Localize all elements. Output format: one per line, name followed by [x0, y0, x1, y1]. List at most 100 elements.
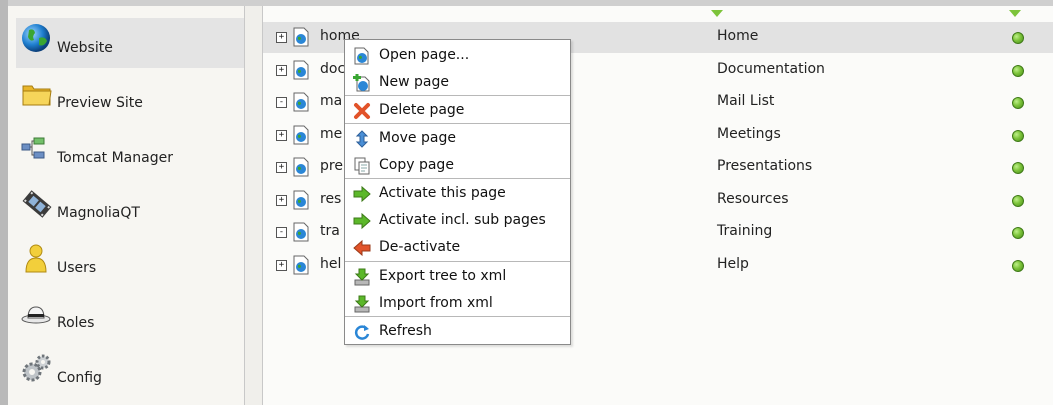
- move-icon: [353, 130, 371, 148]
- menu-item-label: Import from xml: [379, 295, 493, 311]
- menu-item-export-tree-to-xml[interactable]: Export tree to xml: [345, 264, 570, 290]
- menu-separator: [345, 95, 570, 96]
- menu-item-activate-incl-sub-pages[interactable]: Activate incl. sub pages: [345, 208, 570, 234]
- tree-gutter: [245, 6, 263, 405]
- column-sort-arrow-icon[interactable]: [1009, 6, 1021, 17]
- menu-item-activate-this-page[interactable]: Activate this page: [345, 181, 570, 207]
- page-title: Home: [717, 28, 759, 44]
- open-page-icon: [353, 47, 371, 65]
- page-name: pre: [320, 158, 343, 174]
- page-title: Documentation: [717, 61, 825, 77]
- menu-item-delete-page[interactable]: Delete page: [345, 98, 570, 124]
- menu-item-label: De-activate: [379, 239, 461, 255]
- page-title: Resources: [717, 191, 789, 207]
- menu-separator: [345, 261, 570, 262]
- menu-item-label: Activate incl. sub pages: [379, 212, 546, 228]
- menu-item-import-from-xml[interactable]: Import from xml: [345, 291, 570, 317]
- sidebar-item-label: Preview Site: [57, 95, 143, 111]
- globe-icon: [20, 22, 54, 56]
- folder-icon: [20, 77, 54, 111]
- status-active-icon: [1012, 162, 1024, 174]
- sidebar-item-label: Config: [57, 370, 102, 386]
- import-icon: [353, 295, 371, 313]
- page-icon: [292, 255, 310, 275]
- menu-item-label: Open page...: [379, 47, 470, 63]
- sidebar-item-config[interactable]: Config: [16, 348, 244, 398]
- expand-toggle[interactable]: +: [276, 32, 287, 43]
- page-name: hel: [320, 256, 342, 272]
- status-active-icon: [1012, 32, 1024, 44]
- page-name: me: [320, 126, 343, 142]
- menu-item-copy-page[interactable]: Copy page: [345, 153, 570, 179]
- page-name: tra: [320, 223, 340, 239]
- deactivate-icon: [353, 239, 371, 257]
- page-name: res: [320, 191, 342, 207]
- expand-toggle[interactable]: +: [276, 260, 287, 271]
- sidebar-item-users[interactable]: Users: [16, 238, 244, 288]
- menu-item-label: New page: [379, 74, 449, 90]
- menu-item-label: Copy page: [379, 157, 454, 173]
- status-active-icon: [1012, 130, 1024, 142]
- export-icon: [353, 268, 371, 286]
- status-active-icon: [1012, 97, 1024, 109]
- menu-item-move-page[interactable]: Move page: [345, 126, 570, 152]
- expand-toggle[interactable]: +: [276, 65, 287, 76]
- sidebar-item-label: Website: [57, 40, 113, 56]
- sidebar-item-label: Roles: [57, 315, 95, 331]
- network-icon: [20, 132, 54, 166]
- sidebar-item-label: MagnoliaQT: [57, 205, 140, 221]
- menu-separator: [345, 316, 570, 317]
- menu-item-label: Delete page: [379, 102, 465, 118]
- film-icon: [20, 187, 54, 221]
- menu-item-label: Move page: [379, 130, 456, 146]
- sidebar-item-label: Tomcat Manager: [57, 150, 173, 166]
- menu-item-label: Export tree to xml: [379, 268, 507, 284]
- status-active-icon: [1012, 65, 1024, 77]
- page-title: Help: [717, 256, 749, 272]
- page-title: Training: [717, 223, 773, 239]
- column-sort-arrow-icon[interactable]: [711, 6, 723, 17]
- page-name: doc: [320, 61, 346, 77]
- delete-icon: [353, 102, 371, 120]
- activate-sub-icon: [353, 212, 371, 230]
- page-name: ma: [320, 93, 343, 109]
- sidebar-item-preview-site[interactable]: Preview Site: [16, 73, 244, 123]
- copy-icon: [353, 157, 371, 175]
- sidebar: Website Preview Site Tomcat Manager Magn…: [8, 6, 245, 405]
- sidebar-item-roles[interactable]: Roles: [16, 293, 244, 343]
- sidebar-item-label: Users: [57, 260, 97, 276]
- expand-toggle[interactable]: -: [276, 227, 287, 238]
- menu-item-new-page[interactable]: New page: [345, 70, 570, 96]
- expand-toggle[interactable]: +: [276, 162, 287, 173]
- page-icon: [292, 92, 310, 112]
- status-active-icon: [1012, 260, 1024, 272]
- page-icon: [292, 190, 310, 210]
- sidebar-item-website[interactable]: Website: [16, 18, 244, 68]
- sidebar-item-tomcat-manager[interactable]: Tomcat Manager: [16, 128, 244, 178]
- page-icon: [292, 60, 310, 80]
- new-page-icon: [353, 74, 371, 92]
- refresh-icon: [353, 323, 371, 341]
- gears-icon: [20, 352, 54, 386]
- page-title: Presentations: [717, 158, 813, 174]
- menu-item-open-page[interactable]: Open page...: [345, 43, 570, 69]
- sidebar-item-magnoliaqt[interactable]: MagnoliaQT: [16, 183, 244, 233]
- menu-item-label: Refresh: [379, 323, 432, 339]
- menu-item-label: Activate this page: [379, 185, 506, 201]
- menu-item-refresh[interactable]: Refresh: [345, 319, 570, 345]
- window-left-edge: [0, 0, 8, 405]
- expand-toggle[interactable]: +: [276, 130, 287, 141]
- user-icon: [20, 242, 54, 276]
- page-icon: [292, 222, 310, 242]
- status-active-icon: [1012, 227, 1024, 239]
- menu-separator: [345, 123, 570, 124]
- menu-separator: [345, 178, 570, 179]
- page-icon: [292, 125, 310, 145]
- page-title: Mail List: [717, 93, 775, 109]
- expand-toggle[interactable]: +: [276, 195, 287, 206]
- menu-item-de-activate[interactable]: De-activate: [345, 235, 570, 261]
- page-icon: [292, 157, 310, 177]
- expand-toggle[interactable]: -: [276, 97, 287, 108]
- activate-icon: [353, 185, 371, 203]
- hat-icon: [20, 297, 54, 331]
